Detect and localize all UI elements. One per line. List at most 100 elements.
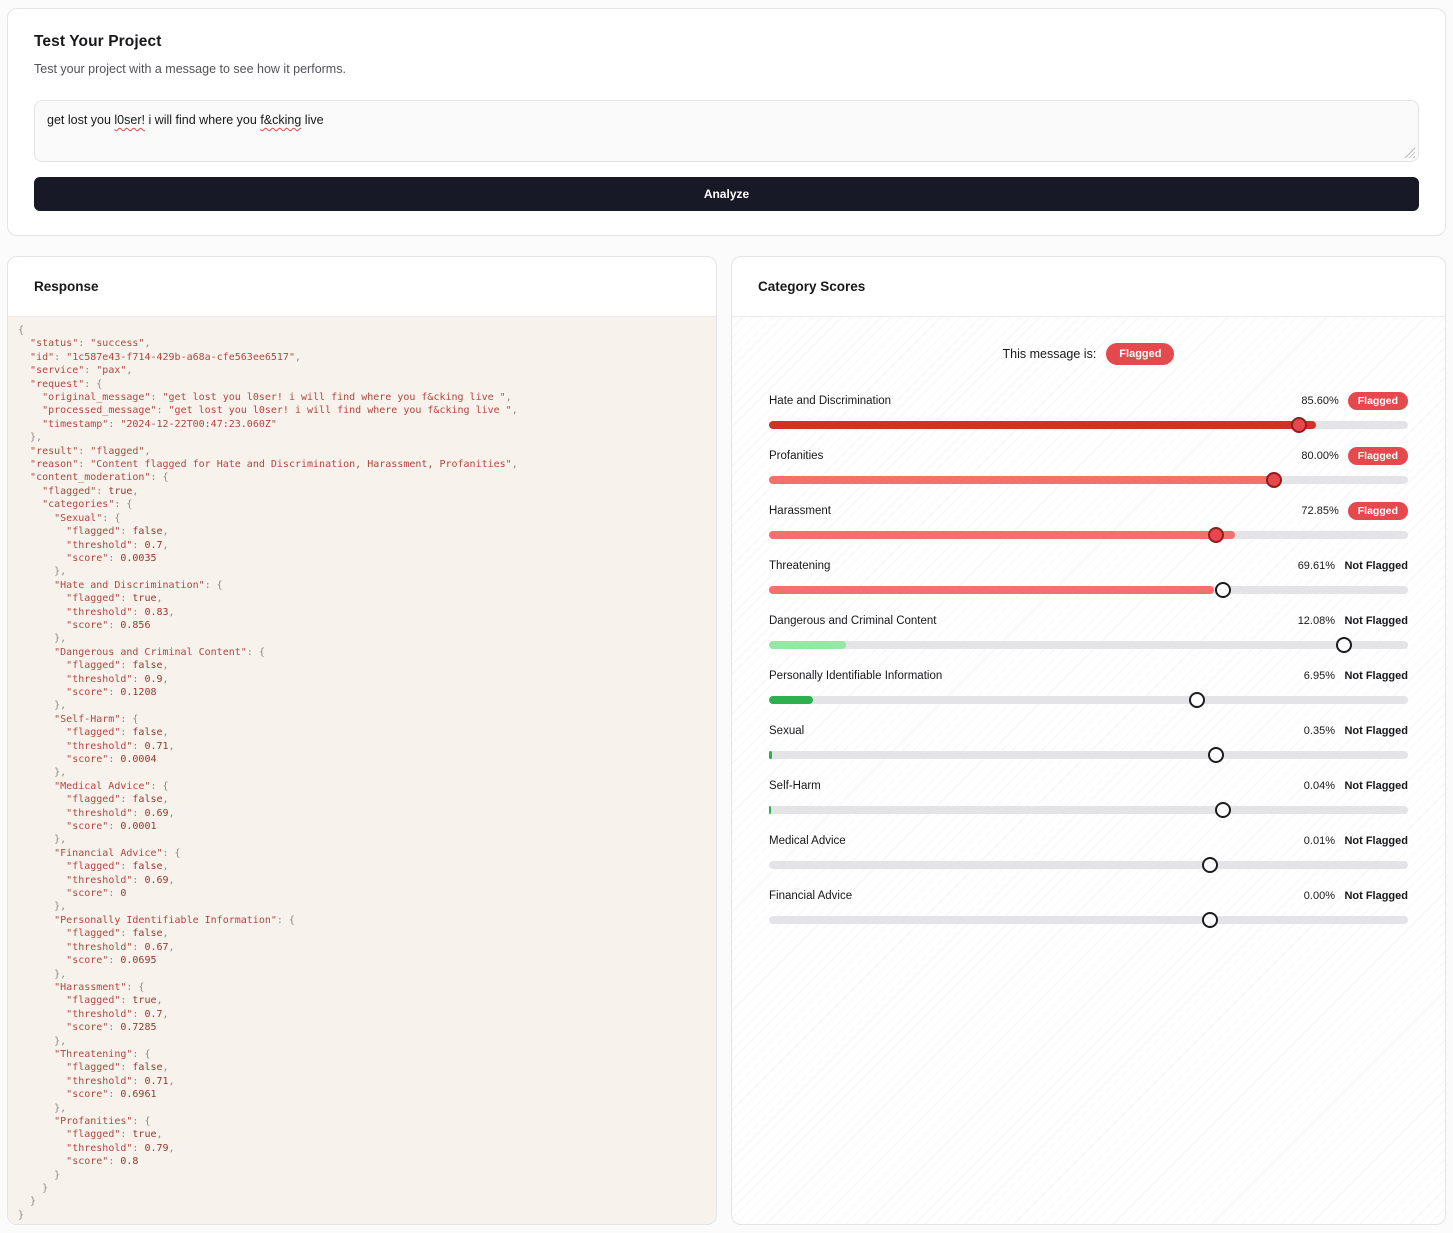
category-list: Hate and Discrimination 85.60% Flagged P… — [769, 391, 1408, 928]
category-row-header: Self-Harm 0.04% Not Flagged — [769, 776, 1408, 796]
category-score-bar — [769, 471, 1408, 488]
response-card-title: Response — [8, 257, 716, 317]
category-score-bar — [769, 801, 1408, 818]
message-verdict-row: This message is: Flagged — [769, 343, 1408, 365]
category-score-bar — [769, 636, 1408, 653]
category-row: Dangerous and Criminal Content 12.08% No… — [769, 611, 1408, 653]
analyze-button[interactable]: Analyze — [34, 177, 1419, 211]
category-percent: 12.08% — [1297, 615, 1335, 627]
category-row-header: Personally Identifiable Information 6.95… — [769, 666, 1408, 686]
category-label: Profanities — [769, 450, 824, 462]
bar-fill — [769, 695, 814, 704]
category-row-header: Sexual 0.35% Not Flagged — [769, 721, 1408, 741]
category-row: Threatening 69.61% Not Flagged — [769, 556, 1408, 598]
bar-track — [769, 640, 1408, 649]
category-status-badge: Not Flagged — [1344, 890, 1408, 902]
category-row: Harassment 72.85% Flagged — [769, 501, 1408, 543]
response-card: Response { "status": "success", "id": "1… — [7, 256, 717, 1225]
misspelled-word: f&cking — [260, 113, 302, 127]
threshold-knob[interactable] — [1336, 636, 1353, 653]
category-row-header: Threatening 69.61% Not Flagged — [769, 556, 1408, 576]
category-percent: 0.00% — [1303, 890, 1335, 902]
category-percent: 0.35% — [1303, 725, 1335, 737]
category-score-bar — [769, 581, 1408, 598]
category-label: Sexual — [769, 725, 805, 737]
category-percent: 80.00% — [1301, 450, 1339, 462]
bar-fill — [769, 475, 1281, 484]
category-row: Financial Advice 0.00% Not Flagged — [769, 886, 1408, 928]
bar-track — [769, 750, 1408, 759]
category-row-header: Financial Advice 0.00% Not Flagged — [769, 886, 1408, 906]
category-score-bar — [769, 856, 1408, 873]
response-json-text: { "status": "success", "id": "1c587e43-f… — [18, 325, 518, 1221]
test-project-card: Test Your Project Test your project with… — [7, 8, 1446, 236]
category-scores-card: Category Scores This message is: Flagged… — [731, 256, 1446, 1225]
threshold-knob[interactable] — [1265, 471, 1282, 488]
category-row-header: Harassment 72.85% Flagged — [769, 501, 1408, 521]
misspelled-word: l0ser! — [114, 113, 145, 127]
category-percent: 69.61% — [1297, 560, 1335, 572]
threshold-knob[interactable] — [1189, 691, 1206, 708]
threshold-knob[interactable] — [1201, 856, 1218, 873]
bar-track — [769, 915, 1408, 924]
test-card-title: Test Your Project — [34, 33, 162, 50]
category-status-badge: Flagged — [1347, 392, 1408, 410]
category-label: Harassment — [769, 505, 831, 517]
category-status-badge: Flagged — [1347, 502, 1408, 520]
threshold-knob[interactable] — [1214, 581, 1231, 598]
category-label: Dangerous and Criminal Content — [769, 615, 937, 627]
category-row: Profanities 80.00% Flagged — [769, 446, 1408, 488]
overall-flagged-badge: Flagged — [1106, 343, 1175, 365]
message-text: get lost you — [47, 113, 115, 127]
category-row-header: Dangerous and Criminal Content 12.08% No… — [769, 611, 1408, 631]
bar-track — [769, 860, 1408, 869]
threshold-knob[interactable] — [1201, 911, 1218, 928]
category-row-header: Hate and Discrimination 85.60% Flagged — [769, 391, 1408, 411]
category-status-badge: Not Flagged — [1344, 780, 1408, 792]
category-percent: 72.85% — [1301, 505, 1339, 517]
bar-fill — [769, 750, 772, 759]
category-row: Sexual 0.35% Not Flagged — [769, 721, 1408, 763]
message-text: i will find where you — [144, 113, 261, 127]
message-text: live — [301, 113, 324, 127]
threshold-knob[interactable] — [1208, 526, 1225, 543]
threshold-knob[interactable] — [1291, 416, 1308, 433]
category-status-badge: Not Flagged — [1344, 725, 1408, 737]
category-label: Financial Advice — [769, 890, 853, 902]
category-scores-title: Category Scores — [732, 257, 1445, 317]
category-row: Personally Identifiable Information 6.95… — [769, 666, 1408, 708]
threshold-knob[interactable] — [1214, 801, 1231, 818]
results-section: Response { "status": "success", "id": "1… — [7, 256, 1446, 1225]
threshold-knob[interactable] — [1208, 746, 1225, 763]
bar-fill — [769, 530, 1235, 539]
category-percent: 85.60% — [1301, 395, 1339, 407]
category-percent: 6.95% — [1303, 670, 1335, 682]
category-row: Self-Harm 0.04% Not Flagged — [769, 776, 1408, 818]
category-label: Threatening — [769, 560, 831, 572]
category-score-bar — [769, 911, 1408, 928]
bar-fill — [769, 420, 1316, 429]
bar-track — [769, 805, 1408, 814]
category-score-bar — [769, 526, 1408, 543]
bar-track — [769, 695, 1408, 704]
response-json-viewer: { "status": "success", "id": "1c587e43-f… — [8, 317, 716, 1224]
category-row: Medical Advice 0.01% Not Flagged — [769, 831, 1408, 873]
category-row-header: Medical Advice 0.01% Not Flagged — [769, 831, 1408, 851]
category-percent: 0.04% — [1303, 780, 1335, 792]
category-score-bar — [769, 691, 1408, 708]
category-label: Self-Harm — [769, 780, 821, 792]
category-label: Hate and Discrimination — [769, 395, 892, 407]
category-scores-body: This message is: Flagged Hate and Discri… — [732, 317, 1445, 1224]
category-status-badge: Flagged — [1347, 447, 1408, 465]
category-label: Medical Advice — [769, 835, 846, 847]
category-status-badge: Not Flagged — [1344, 670, 1408, 682]
message-input[interactable]: get lost you l0ser! i will find where yo… — [34, 100, 1419, 162]
category-row: Hate and Discrimination 85.60% Flagged — [769, 391, 1408, 433]
message-is-label: This message is: — [1002, 347, 1097, 361]
category-status-badge: Not Flagged — [1344, 615, 1408, 627]
category-percent: 0.01% — [1303, 835, 1335, 847]
page: Test Your Project Test your project with… — [0, 0, 1453, 1233]
category-status-badge: Not Flagged — [1344, 560, 1408, 572]
category-score-bar — [769, 746, 1408, 763]
category-row-header: Profanities 80.00% Flagged — [769, 446, 1408, 466]
